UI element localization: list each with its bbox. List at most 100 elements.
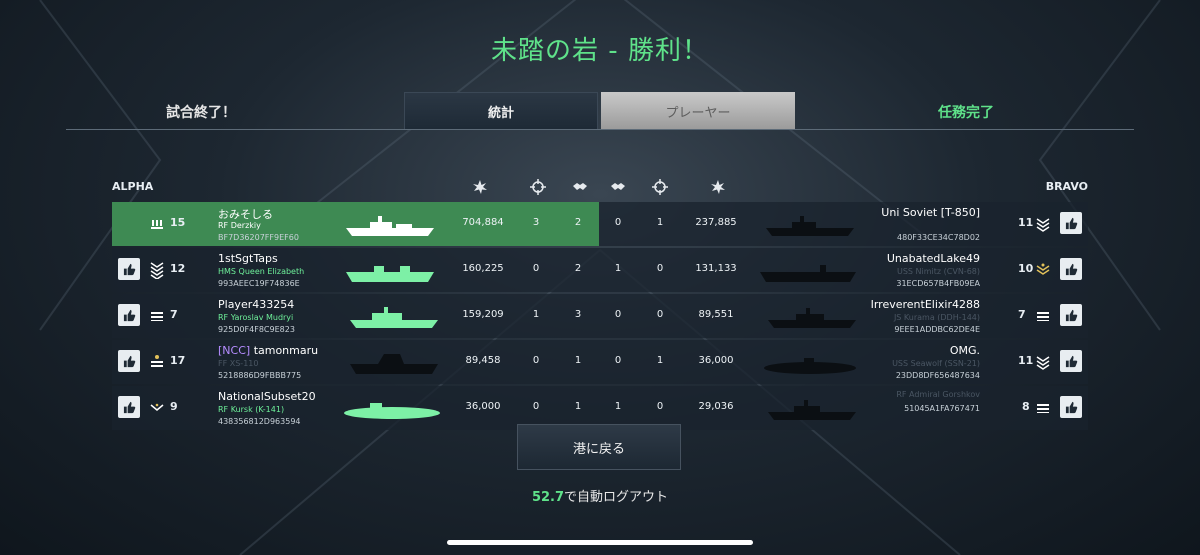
player-rank: 9 (170, 400, 178, 413)
kills-value: 0 (532, 355, 540, 366)
player-id: 480F33CE34C78D02 (897, 233, 980, 242)
like-button[interactable] (118, 258, 140, 280)
ship-silhouette (350, 354, 438, 374)
thumbs-up-icon (1065, 263, 1077, 275)
crosshair-icon (650, 177, 670, 197)
player-rank: 15 (170, 216, 186, 229)
assists-value: 1 (574, 355, 582, 366)
mission-status: 任務完了 (938, 105, 994, 121)
player-name-row: [NCC] tamonmaru (218, 344, 318, 357)
player-name: tamonmaru (253, 344, 319, 357)
team-bravo-label: BRAVO (1045, 180, 1088, 193)
rank-insignia-icon (1034, 214, 1052, 234)
player-name: Player433254 (218, 298, 295, 311)
player-rank: 7 (170, 308, 178, 321)
kills-value: 0 (656, 309, 664, 320)
ship-name: RF Kursk (K-141) (218, 405, 285, 414)
ship-silhouette (350, 307, 438, 328)
kills-value: 3 (532, 217, 540, 228)
like-button[interactable] (1060, 304, 1082, 326)
ship-name: JS Kurama (DDH-144) (893, 313, 980, 322)
kills-value: 1 (656, 355, 664, 366)
ship-name: FF XS-110 (218, 359, 259, 368)
table-row: 17 [NCC] tamonmaru FF XS-110 5218886D9FB… (112, 340, 1088, 384)
ship-name: RF Derzkiy (218, 221, 261, 230)
ship-name: USS Nimitz (CVN-68) (896, 267, 980, 276)
scoreboard: 15 おみそしる RF Derzkiy BF7D36207FF9EF60 704… (112, 202, 1088, 432)
player-id: 993AEEC19F74836E (218, 279, 300, 288)
rank-insignia-icon (1034, 306, 1052, 326)
ship-silhouette (346, 216, 434, 236)
damage-icon (708, 177, 728, 197)
assists-value: 0 (614, 355, 622, 366)
like-button[interactable] (1060, 396, 1082, 418)
like-button[interactable] (118, 350, 140, 372)
assist-icon (608, 177, 628, 197)
rank-insignia-icon (148, 398, 166, 418)
player-name: 1stSgtTaps (218, 252, 278, 265)
player-id: 5218886D9FBBB775 (218, 371, 302, 380)
ship-silhouette (760, 265, 856, 282)
submarine-silhouette (344, 403, 440, 419)
assists-value: 1 (574, 401, 582, 412)
return-to-port-button[interactable]: 港に戻る (517, 424, 681, 470)
like-button[interactable] (118, 396, 140, 418)
player-rank: 10 (1018, 262, 1034, 275)
rank-insignia-icon (148, 306, 166, 326)
kills-value: 0 (656, 401, 664, 412)
ship-name: RF Admiral Gorshkov (896, 390, 980, 399)
player-id: 438356812D963594 (218, 417, 301, 426)
rank-insignia-icon (148, 352, 166, 372)
kills-value: 1 (656, 217, 664, 228)
kills-value: 0 (532, 263, 540, 274)
rank-insignia-icon (1034, 398, 1052, 418)
damage-value: 29,036 (698, 401, 734, 412)
kills-value: 0 (656, 263, 664, 274)
player-name: Uni Soviet [T-850] (881, 206, 980, 219)
divider (66, 129, 1134, 130)
table-row: 7 Player433254 RF Yaroslav Mudryi 925D0F… (112, 294, 1088, 338)
home-indicator[interactable] (447, 540, 753, 545)
like-button[interactable] (1060, 350, 1082, 372)
thumbs-up-icon (123, 355, 135, 367)
thumbs-up-icon (123, 263, 135, 275)
rank-insignia-icon (1034, 352, 1052, 372)
submarine-silhouette (764, 358, 856, 374)
logout-text: で自動ログアウト (564, 490, 669, 505)
ship-silhouette (346, 266, 434, 282)
damage-value: 89,458 (465, 355, 501, 366)
player-id: 23DD8DF656487634 (895, 371, 980, 380)
thumbs-up-icon (1065, 355, 1077, 367)
ship-silhouette (768, 400, 856, 420)
match-status: 試合終了！ (166, 105, 236, 121)
like-button[interactable] (1060, 212, 1082, 234)
thumbs-up-icon (123, 401, 135, 413)
ship-name: RF Yaroslav Mudryi (218, 313, 294, 322)
player-rank: 7 (1018, 308, 1026, 321)
logout-countdown: 52.7 (531, 490, 565, 505)
table-row: 12 1stSgtTaps HMS Queen Elizabeth 993AEE… (112, 248, 1088, 292)
damage-value: 159,209 (462, 309, 504, 320)
assists-value: 0 (614, 309, 622, 320)
damage-value: 36,000 (465, 401, 501, 412)
auto-logout-notice: 52.7で自動ログアウト (0, 486, 1200, 505)
player-rank: 12 (170, 262, 186, 275)
assists-value: 1 (614, 263, 622, 274)
player-id: BF7D36207FF9EF60 (218, 233, 299, 242)
rank-insignia-icon (148, 260, 166, 280)
tab-statistics[interactable]: 統計 (404, 92, 598, 130)
player-rank: 11 (1018, 354, 1034, 367)
rank-insignia-icon (1034, 260, 1052, 280)
player-rank: 17 (170, 354, 186, 367)
tab-players[interactable]: プレーヤー (601, 92, 795, 130)
damage-value: 704,884 (462, 217, 504, 228)
like-button[interactable] (118, 304, 140, 326)
player-id: 31ECD657B4FB09EA (896, 279, 980, 288)
thumbs-up-icon (1065, 309, 1077, 321)
damage-value: 89,551 (698, 309, 734, 320)
damage-icon (470, 177, 490, 197)
top-bar: 試合終了！ 統計 プレーヤー 任務完了 (66, 92, 1134, 130)
damage-value: 160,225 (462, 263, 504, 274)
like-button[interactable] (1060, 258, 1082, 280)
player-name: NationalSubset20 (218, 390, 316, 403)
